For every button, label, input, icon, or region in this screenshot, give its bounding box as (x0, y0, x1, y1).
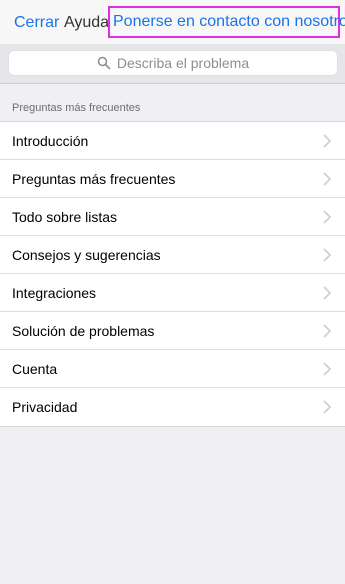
list-item-cuenta[interactable]: Cuenta (0, 350, 345, 388)
close-button[interactable]: Cerrar (14, 14, 59, 32)
faq-list: Introducción Preguntas más frecuentes To… (0, 121, 345, 427)
chevron-right-icon (323, 210, 331, 224)
search-placeholder: Describa el problema (116, 55, 250, 71)
list-item-label: Preguntas más frecuentes (12, 171, 176, 187)
list-item-label: Cuenta (12, 361, 58, 377)
list-item-label: Introducción (12, 133, 89, 149)
list-item-listas[interactable]: Todo sobre listas (0, 198, 345, 236)
search-input[interactable]: Describa el problema (8, 50, 338, 76)
list-item-integraciones[interactable]: Integraciones (0, 274, 345, 312)
chevron-right-icon (323, 286, 331, 300)
list-item-label: Todo sobre listas (12, 209, 118, 225)
list-item-label: Privacidad (12, 399, 78, 415)
chevron-right-icon (323, 172, 331, 186)
chevron-right-icon (323, 248, 331, 262)
chevron-right-icon (323, 134, 331, 148)
list-item-label: Integraciones (12, 285, 97, 301)
chevron-right-icon (323, 400, 331, 414)
section-header: Preguntas más frecuentes (12, 102, 141, 114)
list-item-consejos[interactable]: Consejos y sugerencias (0, 236, 345, 274)
list-item-label: Consejos y sugerencias (12, 247, 161, 263)
contact-us-button[interactable]: Ponerse en contacto con nosotros (108, 6, 345, 38)
list-item-preguntas[interactable]: Preguntas más frecuentes (0, 160, 345, 198)
list-item-introduccion[interactable]: Introducción (0, 122, 345, 160)
search-icon (97, 56, 111, 70)
list-item-solucion[interactable]: Solución de problemas (0, 312, 345, 350)
chevron-right-icon (323, 362, 331, 376)
list-item-privacidad[interactable]: Privacidad (0, 388, 345, 426)
navigation-bar: Cerrar Ayuda Ponerse en contacto con nos… (0, 0, 345, 46)
page-title: Ayuda (64, 14, 110, 31)
search-bar-container: Describa el problema (0, 44, 345, 84)
chevron-right-icon (323, 324, 331, 338)
list-item-label: Solución de problemas (12, 323, 155, 339)
